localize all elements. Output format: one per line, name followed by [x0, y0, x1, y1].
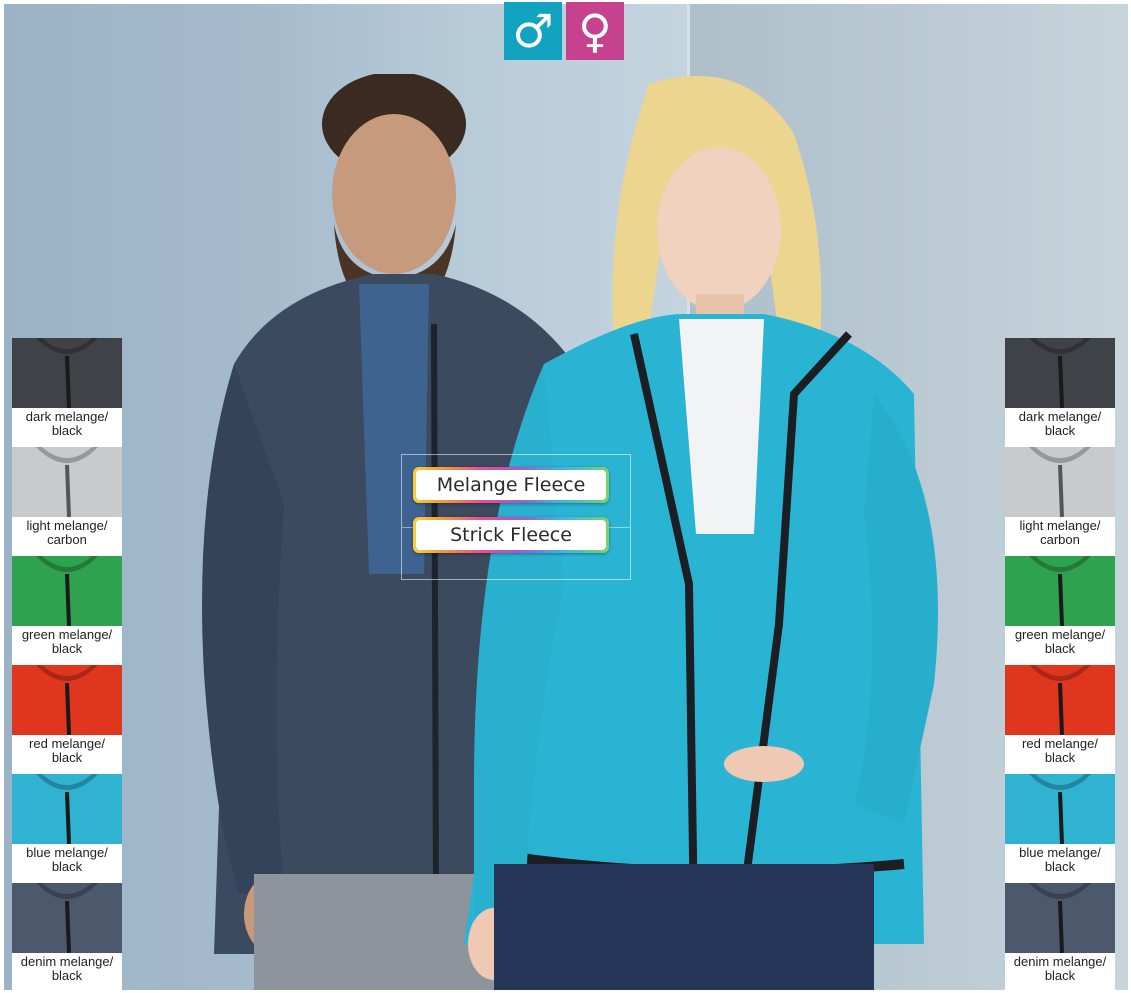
swatch-trim-color: black: [51, 750, 83, 765]
swatch-color-name: green melange/: [21, 627, 113, 642]
swatch-caption: green melange/black: [12, 626, 122, 656]
swatch-trim-color: black: [51, 423, 83, 438]
swatch-trim-color: carbon: [47, 532, 87, 547]
jacket-thumbnail: [12, 883, 122, 953]
swatch-caption: light melange/carbon: [1005, 517, 1115, 547]
label-melange-fleece[interactable]: Melange Fleece: [413, 467, 609, 503]
jacket-zipper: [1058, 900, 1064, 953]
jacket-thumbnail: [1005, 883, 1115, 953]
jacket-zipper: [65, 791, 71, 844]
color-swatch[interactable]: green melange/black: [1005, 556, 1115, 665]
jacket-zipper: [65, 355, 71, 408]
color-swatch[interactable]: denim melange/black: [1005, 883, 1115, 990]
swatch-trim-color: black: [1044, 423, 1076, 438]
swatch-color-name: blue melange/: [26, 845, 108, 860]
jacket-zipper: [65, 682, 71, 735]
jacket-thumbnail: [1005, 556, 1115, 626]
label-strick-fleece-text: Strick Fleece: [416, 520, 606, 550]
jacket-zipper: [1058, 464, 1064, 517]
swatch-trim-color: carbon: [1040, 532, 1080, 547]
swatch-caption: denim melange/black: [12, 953, 122, 983]
swatch-trim-color: black: [51, 641, 83, 656]
swatch-caption: blue melange/black: [12, 844, 122, 874]
swatch-caption: blue melange/black: [1005, 844, 1115, 874]
swatch-caption: light melange/carbon: [12, 517, 122, 547]
label-melange-fleece-text: Melange Fleece: [416, 470, 606, 500]
color-swatch[interactable]: light melange/carbon: [12, 447, 122, 556]
jacket-zipper: [1058, 573, 1064, 626]
color-swatches-women: dark melange/black light melange/carbon gr…: [1005, 338, 1115, 990]
swatch-caption: red melange/black: [1005, 735, 1115, 765]
swatch-color-name: dark melange/: [25, 409, 109, 424]
color-swatch[interactable]: denim melange/black: [12, 883, 122, 990]
swatch-color-name: red melange/: [29, 736, 105, 751]
swatch-trim-color: black: [1044, 641, 1076, 656]
male-symbol-icon[interactable]: ♂: [504, 2, 562, 60]
swatch-trim-color: black: [51, 968, 83, 983]
swatch-trim-color: black: [1044, 750, 1076, 765]
color-swatch[interactable]: blue melange/black: [12, 774, 122, 883]
jacket-thumbnail: [1005, 338, 1115, 408]
color-swatch[interactable]: red melange/black: [1005, 665, 1115, 774]
jacket-zipper: [65, 573, 71, 626]
swatch-color-name: green melange/: [1014, 627, 1106, 642]
color-swatch[interactable]: light melange/carbon: [1005, 447, 1115, 556]
jacket-zipper: [1058, 682, 1064, 735]
swatch-trim-color: black: [1044, 859, 1076, 874]
color-swatch[interactable]: dark melange/black: [1005, 338, 1115, 447]
swatch-caption: red melange/black: [12, 735, 122, 765]
jacket-thumbnail: [1005, 774, 1115, 844]
jacket-zipper: [1058, 355, 1064, 408]
swatch-color-name: light melange/: [1019, 518, 1101, 533]
swatch-caption: denim melange/black: [1005, 953, 1115, 983]
color-swatches-men: dark melange/black light melange/carbon gr…: [12, 338, 122, 990]
swatch-color-name: denim melange/: [1013, 954, 1107, 969]
color-swatch[interactable]: dark melange/black: [12, 338, 122, 447]
color-swatch[interactable]: green melange/black: [12, 556, 122, 665]
color-swatch[interactable]: blue melange/black: [1005, 774, 1115, 883]
swatch-trim-color: black: [1044, 968, 1076, 983]
swatch-caption: dark melange/black: [1005, 408, 1115, 438]
swatch-trim-color: black: [51, 859, 83, 874]
jacket-thumbnail: [12, 447, 122, 517]
jacket-thumbnail: [1005, 665, 1115, 735]
jacket-thumbnail: [12, 556, 122, 626]
jacket-thumbnail: [12, 665, 122, 735]
swatch-caption: dark melange/black: [12, 408, 122, 438]
swatch-color-name: blue melange/: [1019, 845, 1101, 860]
swatch-color-name: denim melange/: [20, 954, 114, 969]
jacket-thumbnail: [12, 774, 122, 844]
female-symbol-icon[interactable]: ♀: [566, 2, 624, 60]
swatch-caption: green melange/black: [1005, 626, 1115, 656]
swatch-color-name: light melange/: [26, 518, 108, 533]
jacket-thumbnail: [1005, 447, 1115, 517]
product-label-box: Melange Fleece Strick Fleece: [401, 454, 631, 580]
jacket-zipper: [1058, 791, 1064, 844]
product-photo: Melange Fleece Strick Fleece dark melang…: [4, 4, 1128, 990]
jacket-thumbnail: [12, 338, 122, 408]
color-swatch[interactable]: red melange/black: [12, 665, 122, 774]
swatch-color-name: dark melange/: [1018, 409, 1102, 424]
label-strick-fleece[interactable]: Strick Fleece: [413, 517, 609, 553]
jacket-zipper: [65, 464, 71, 517]
jacket-zipper: [65, 900, 71, 953]
swatch-color-name: red melange/: [1022, 736, 1098, 751]
